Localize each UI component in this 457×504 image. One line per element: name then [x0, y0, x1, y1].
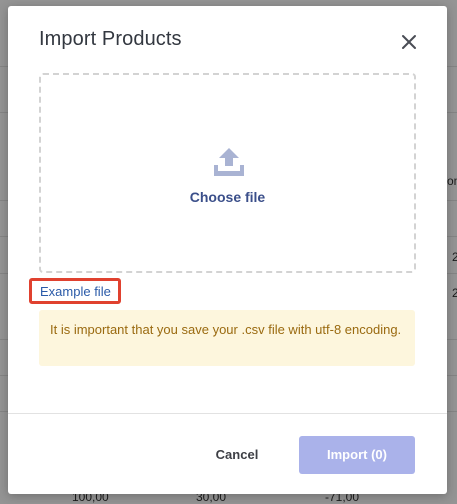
close-icon — [402, 35, 416, 49]
example-file-link[interactable]: Example file — [29, 278, 121, 304]
import-button[interactable]: Import (0) — [299, 436, 415, 474]
encoding-warning: It is important that you save your .csv … — [39, 310, 415, 366]
cancel-button[interactable]: Cancel — [200, 436, 274, 474]
import-products-dialog: Import Products Choose file Example file… — [8, 6, 447, 494]
file-dropzone[interactable]: Choose file — [39, 73, 416, 273]
dialog-title: Import Products — [39, 28, 182, 50]
close-button[interactable] — [395, 28, 423, 56]
upload-icon — [214, 148, 244, 176]
footer-divider — [8, 413, 447, 414]
choose-file-label[interactable]: Choose file — [41, 189, 414, 205]
